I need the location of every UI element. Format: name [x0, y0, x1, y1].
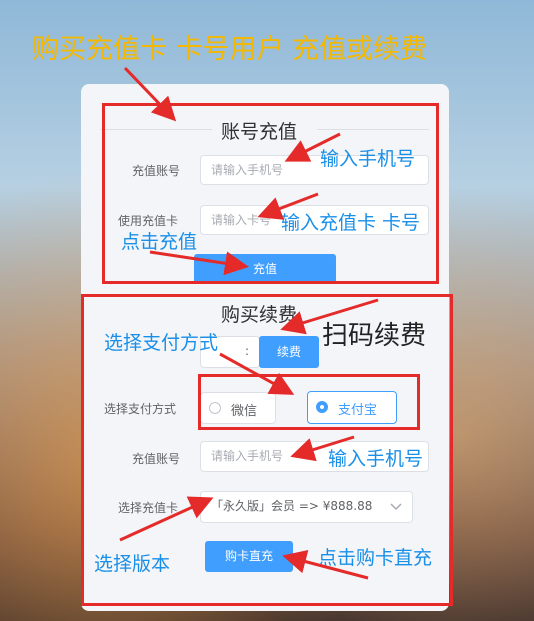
arrow-recharge: [149, 250, 249, 276]
annotation-arrows: [119, 66, 379, 580]
arrow-phone-2: [290, 435, 355, 462]
arrow-buy: [282, 549, 369, 580]
arrow-card: [257, 192, 319, 220]
arrow-payment: [219, 352, 295, 395]
arrow-version: [119, 496, 214, 542]
arrow-top: [123, 66, 177, 122]
arrow-phone-1: [284, 132, 341, 162]
arrow-scan: [280, 298, 379, 335]
